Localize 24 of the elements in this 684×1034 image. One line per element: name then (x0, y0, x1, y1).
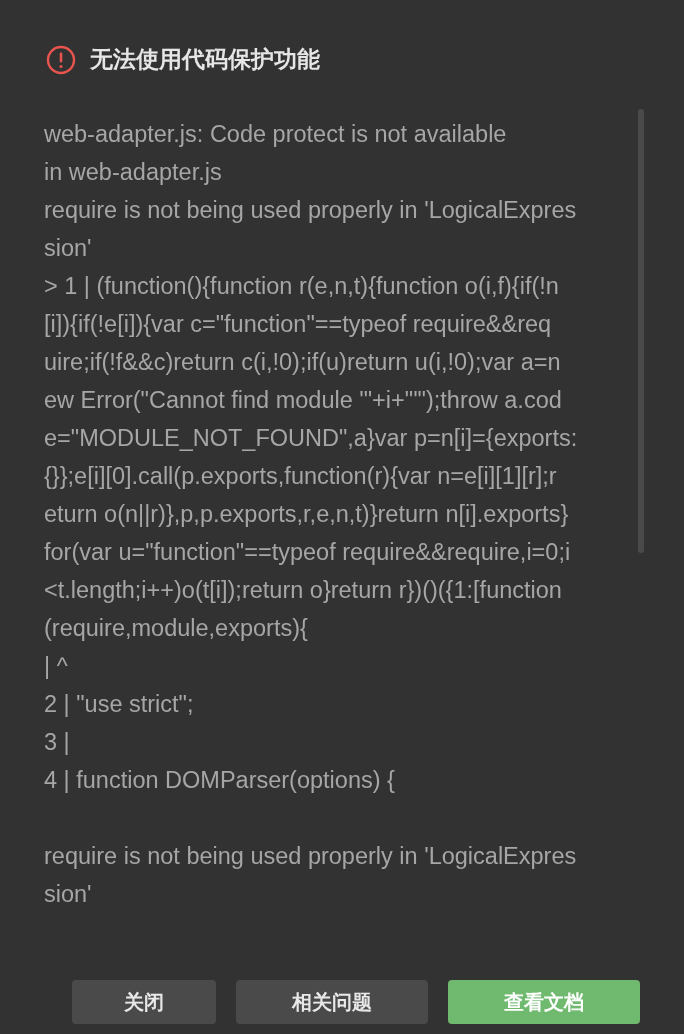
message-line: | ^ (44, 652, 68, 681)
message-line: require is not being used properly in 'LogicalExpres (44, 842, 577, 871)
message-line: for(var u="function"==typeof require&&require,i=0;i (44, 538, 571, 567)
message-line: > 1 | (function(){function r(e,n,t){function o(i,f){if(!n (44, 272, 559, 301)
message-line: {}};e[i][0].call(p.exports,function(r){var n=e[i][1][r];r (44, 462, 557, 491)
message-line: e="MODULE_NOT_FOUND",a}var p=n[i]={exports: (44, 424, 578, 453)
message-line: web-adapter.js: Code protect is not available (44, 120, 507, 149)
message-line: sion' (44, 234, 92, 263)
dialog-button[interactable]: 关闭 (72, 980, 216, 1024)
dialog-button[interactable]: 相关问题 (236, 980, 428, 1024)
message-line: (require,module,exports){ (44, 614, 308, 643)
message-line: 2 | "use strict"; (44, 690, 194, 719)
message-line: eturn o(n||r)},p,p.exports,r,e,n,t)}return n[i].exports} (44, 500, 569, 529)
message-line: sion' (44, 880, 92, 909)
message-line: <t.length;i++)o(t[i]);return o}return r})()({1:[function (44, 576, 562, 605)
scrollbar-thumb[interactable] (638, 109, 644, 553)
dialog-title: 无法使用代码保护功能 (90, 45, 320, 74)
message-line: ew Error("Cannot find module '"+i+"'");throw a.cod (44, 386, 562, 415)
message-line: [i]){if(!e[i]){var c="function"==typeof require&&req (44, 310, 552, 339)
message-line: require is not being used properly in 'LogicalExpres (44, 196, 577, 225)
message-line: uire;if(!f&&c)return c(i,!0);if(u)return u(i,!0);var a=n (44, 348, 561, 377)
message-line: in web-adapter.js (44, 158, 222, 187)
message-line: 4 | function DOMParser(options) { (44, 766, 395, 795)
message-line: 3 | (44, 728, 70, 757)
